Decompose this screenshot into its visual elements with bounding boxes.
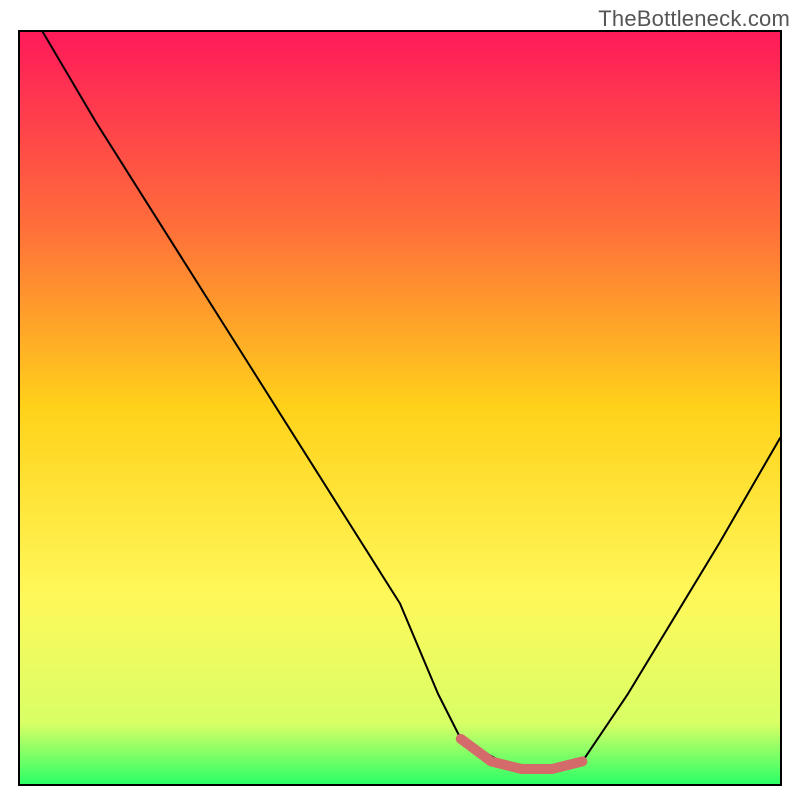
- watermark-text: TheBottleneck.com: [598, 6, 790, 32]
- chart-svg: [20, 32, 780, 784]
- plot-area: [18, 30, 782, 786]
- gradient-bg: [20, 32, 780, 784]
- chart-stage: TheBottleneck.com: [0, 0, 800, 800]
